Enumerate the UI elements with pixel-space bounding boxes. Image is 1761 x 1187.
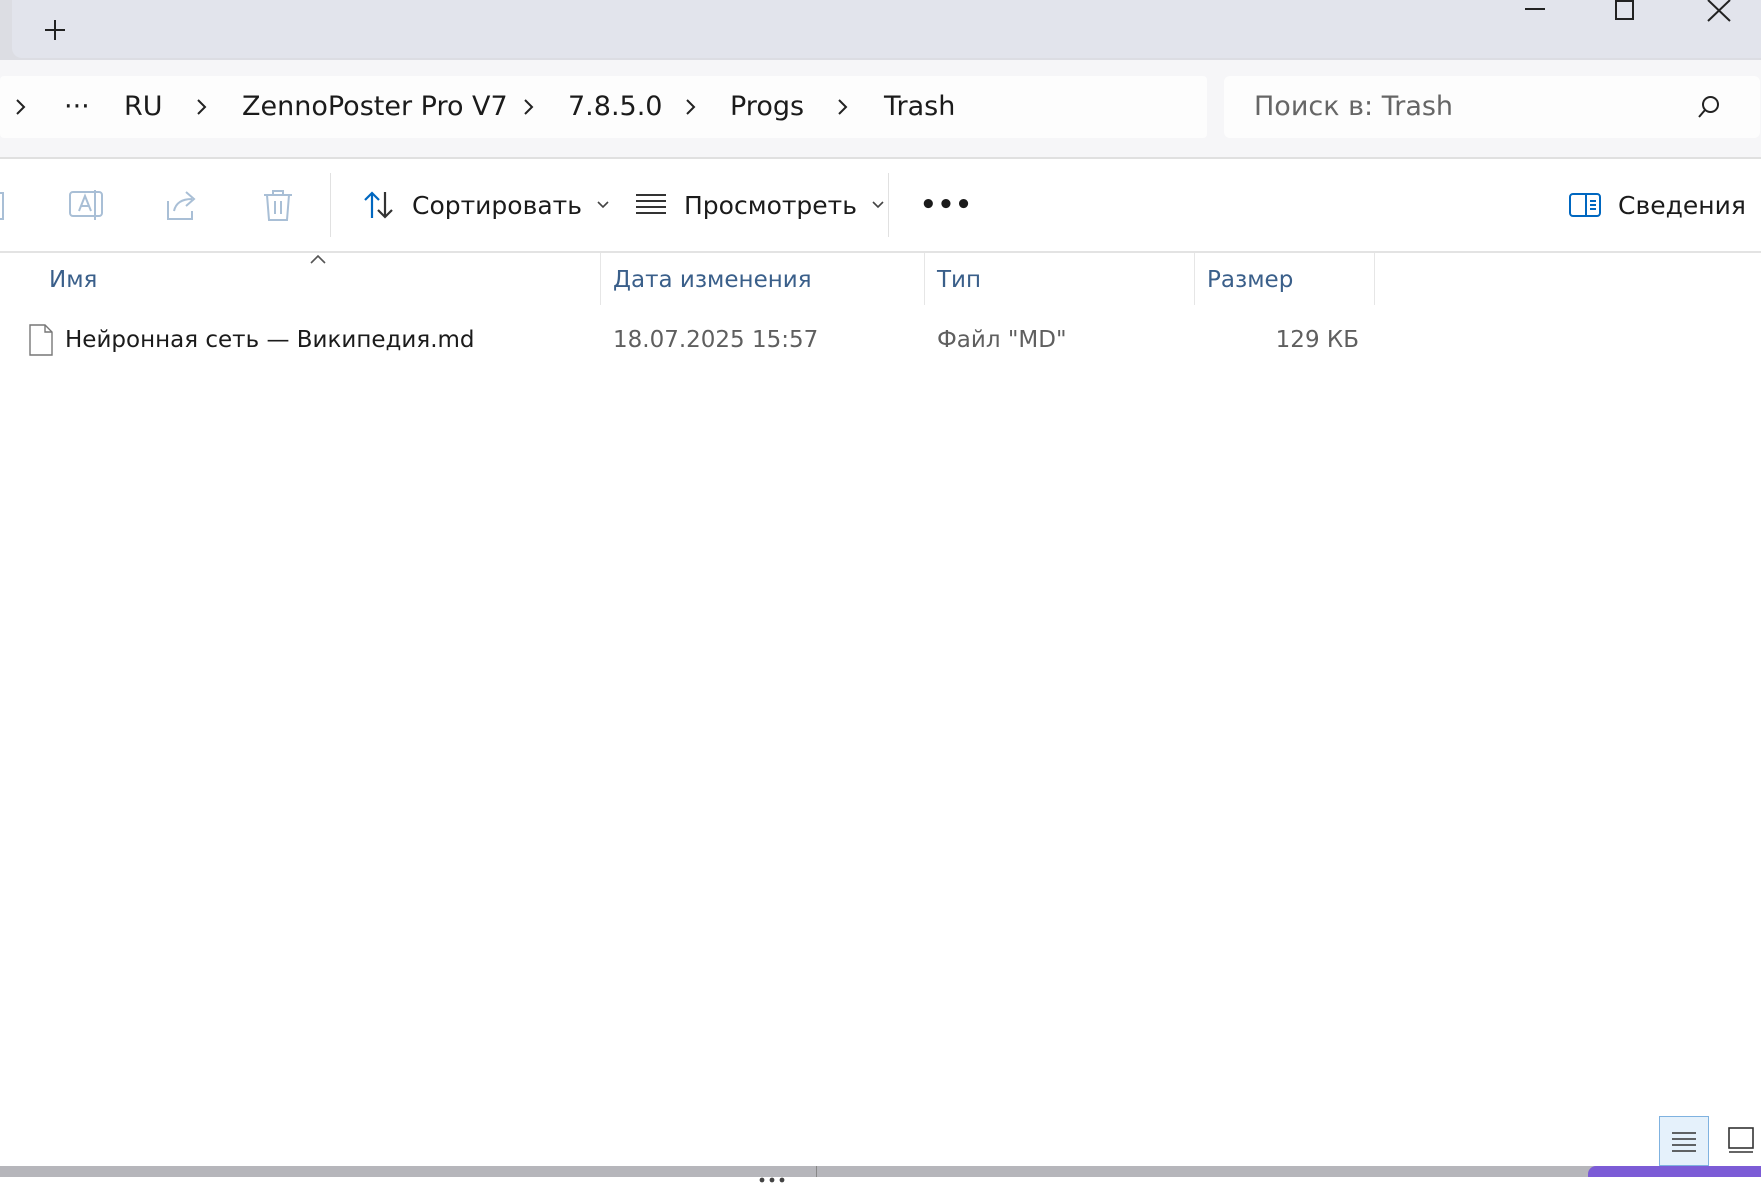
breadcrumb-item-ru[interactable]: RU (124, 76, 163, 138)
chevron-right-icon[interactable] (832, 97, 852, 117)
chevron-right-icon (16, 99, 26, 115)
search-input[interactable]: Поиск в: Trash (1254, 76, 1453, 138)
breadcrumb-item-zennoposter[interactable]: ZennoPoster Pro V7 (242, 76, 508, 138)
chevron-right-icon[interactable] (518, 97, 538, 117)
tiles-view-toggle[interactable] (1717, 1116, 1761, 1164)
close-icon (1707, 0, 1731, 22)
chevron-right-icon[interactable] (680, 97, 700, 117)
more-icon: ••• (920, 190, 973, 220)
rename-icon[interactable] (68, 187, 104, 223)
maximize-button[interactable] (1586, 0, 1664, 24)
taskbar-edge (0, 1166, 1761, 1183)
column-header: Имя Дата изменения Тип Размер (0, 253, 1761, 305)
title-bar (0, 0, 1761, 60)
breadcrumb-item-progs[interactable]: Progs (730, 76, 804, 138)
chevron-right-icon[interactable] (191, 97, 211, 117)
column-name[interactable]: Имя (49, 267, 97, 293)
view-button[interactable]: Просмотреть (634, 175, 885, 235)
breadcrumb[interactable]: ··· RU ZennoPoster Pro V7 7.8.5.0 Progs … (0, 76, 1207, 138)
close-window-button[interactable] (1680, 0, 1758, 24)
file-date: 18.07.2025 15:57 (613, 327, 819, 353)
file-name[interactable]: Нейронная сеть — Википедия.md (65, 327, 475, 353)
cut-icon[interactable] (0, 187, 6, 223)
share-icon[interactable] (164, 187, 200, 223)
plus-icon (45, 20, 65, 40)
breadcrumb-overflow[interactable]: ··· (64, 76, 90, 138)
large-icons-view-icon (1728, 1127, 1754, 1153)
column-size[interactable]: Размер (1207, 267, 1293, 293)
search-icon[interactable] (1696, 94, 1722, 120)
details-view-toggle[interactable] (1659, 1116, 1709, 1166)
column-divider[interactable] (1374, 253, 1375, 305)
sort-icon (364, 191, 393, 219)
breadcrumb-item-version[interactable]: 7.8.5.0 (568, 76, 662, 138)
sort-ascending-icon (310, 254, 326, 264)
column-divider[interactable] (924, 253, 925, 305)
command-bar: Сортировать Просмотреть ••• Сведения (0, 159, 1761, 253)
file-size: 129 КБ (1275, 327, 1359, 353)
address-row: ··· RU ZennoPoster Pro V7 7.8.5.0 Progs … (0, 60, 1761, 159)
file-icon (29, 324, 53, 356)
details-view-icon (1672, 1132, 1696, 1152)
table-row[interactable]: Нейронная сеть — Википедия.md 18.07.2025… (0, 317, 1375, 367)
sort-button[interactable]: Сортировать (362, 175, 610, 235)
details-label: Сведения (1618, 190, 1746, 220)
toolbar-divider (888, 173, 889, 237)
details-pane-button[interactable]: Сведения (1568, 175, 1746, 235)
chevron-down-icon (872, 201, 884, 209)
divider (816, 1166, 817, 1177)
search-box[interactable]: Поиск в: Trash (1224, 76, 1760, 138)
grip-dots-icon (759, 1177, 785, 1183)
column-date[interactable]: Дата изменения (613, 267, 812, 293)
toolbar-divider (330, 173, 331, 237)
breadcrumb-item-trash[interactable]: Trash (884, 76, 955, 138)
column-divider[interactable] (1194, 253, 1195, 305)
file-type: Файл "MD" (937, 327, 1067, 353)
chevron-down-icon (597, 201, 609, 209)
new-tab-button[interactable] (32, 8, 78, 52)
minimize-button[interactable] (1496, 0, 1574, 24)
accent-panel-edge (1588, 1166, 1761, 1177)
details-pane-icon (1569, 193, 1601, 217)
sort-label: Сортировать (412, 190, 582, 220)
view-label: Просмотреть (684, 190, 857, 220)
maximize-icon (1615, 0, 1634, 20)
list-view-icon (636, 194, 666, 214)
column-divider[interactable] (600, 253, 601, 305)
delete-icon[interactable] (260, 187, 296, 223)
column-type[interactable]: Тип (937, 267, 981, 293)
drag-handle[interactable] (756, 1168, 788, 1183)
more-options-button[interactable]: ••• (920, 175, 973, 235)
minimize-icon (1525, 8, 1545, 10)
